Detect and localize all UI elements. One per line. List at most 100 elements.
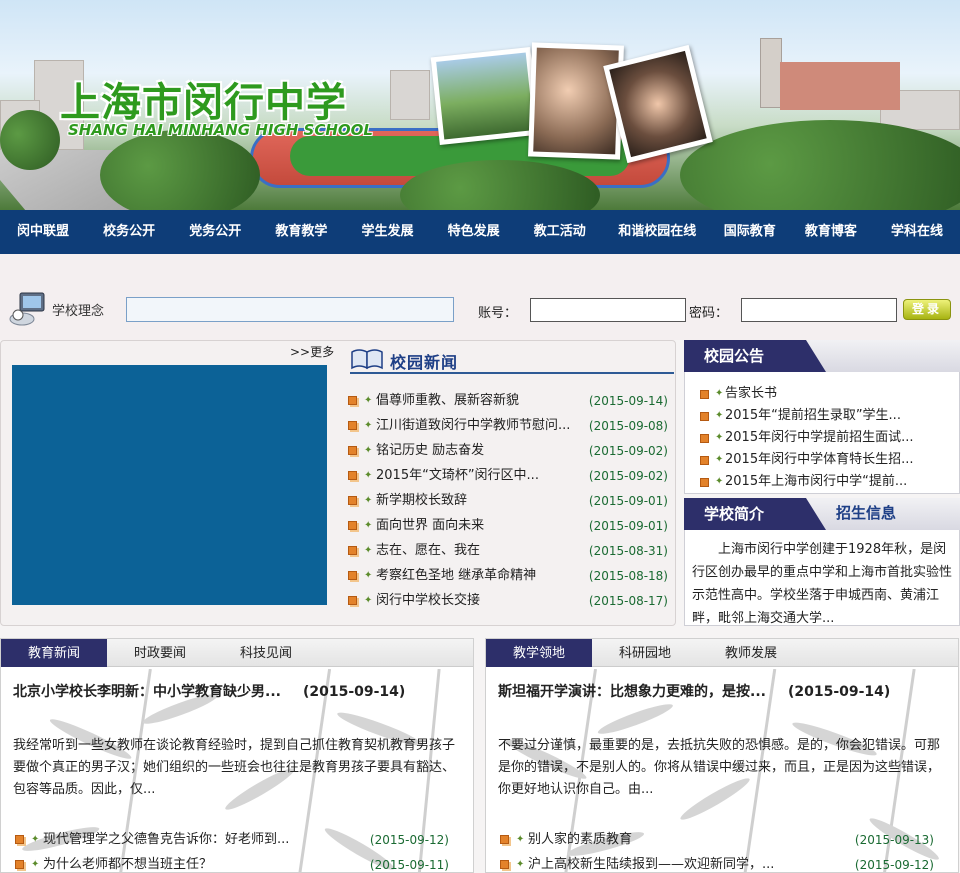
- diamond-icon: ✦: [364, 445, 373, 456]
- news-title[interactable]: 沪上高校新生陆续报到——欢迎新同学，...: [528, 854, 798, 872]
- slideshow-image[interactable]: [12, 365, 327, 605]
- headline-date: (2015-09-14): [787, 684, 891, 700]
- headline-link[interactable]: 斯坦福开学演讲：比想象力更难的，是按... (2015-09-14): [498, 681, 890, 701]
- list-item[interactable]: ✦ 闵行中学校长交接 (2015-08-17): [348, 590, 672, 615]
- headline-summary: 我经常听到一些女教师在谈论教育经验时，提到自己抓住教育契机教育男孩子要做个真正的…: [13, 738, 456, 797]
- bullet-icon: [348, 396, 357, 405]
- list-item[interactable]: ✦ 面向世界 面向未来 (2015-09-01): [348, 515, 672, 540]
- nav-item-teaching[interactable]: 教育教学: [258, 210, 344, 254]
- news-title[interactable]: 新学期校长致辞: [376, 490, 591, 512]
- news-date: (2015-09-12): [369, 833, 449, 847]
- headline-link[interactable]: 北京小学校长李明新：中小学教育缺少男... (2015-09-14): [13, 681, 405, 701]
- bullet-icon: [15, 835, 24, 844]
- news-title[interactable]: 2015年“文琦杯”闵行区中...: [376, 465, 591, 487]
- list-item[interactable]: ✦ 2015年上海市闵行中学“提前...: [700, 471, 950, 493]
- diamond-icon: ✦: [364, 395, 373, 406]
- news-date: (2015-09-02): [588, 469, 668, 483]
- tab-admission-info[interactable]: 招生信息: [836, 502, 896, 523]
- list-item[interactable]: ✦ 为什么老师都不想当班主任？ (2015-09-11): [15, 854, 455, 872]
- list-item[interactable]: ✦ 2015年“文琦杯”闵行区中... (2015-09-02): [348, 465, 672, 490]
- news-title[interactable]: 江川街道致闵行中学教师节慰问...: [376, 415, 591, 437]
- diamond-icon: ✦: [31, 859, 40, 870]
- diamond-icon: ✦: [364, 420, 373, 431]
- site-title: 上海市闵行中学: [60, 79, 347, 126]
- list-item[interactable]: ✦ 江川街道致闵行中学教师节慰问... (2015-09-08): [348, 415, 672, 440]
- notice-title[interactable]: 2015年闵行中学提前招生面试...: [725, 427, 950, 449]
- education-news-panel: 教育新闻 时政要闻 科技见闻 北京小学校长李明新：中小学教育缺少男... (201…: [0, 638, 474, 873]
- news-title[interactable]: 闵行中学校长交接: [376, 590, 591, 612]
- news-title[interactable]: 倡尊师重教、展新容新貌: [376, 390, 591, 412]
- nav-item-harmony[interactable]: 和谐校园在线: [603, 210, 712, 254]
- campus-news-title: 校园新闻: [390, 353, 459, 372]
- bullet-icon: [348, 421, 357, 430]
- list-item[interactable]: ✦ 2015年闵行中学体育特长生招...: [700, 449, 950, 471]
- login-button[interactable]: 登录: [903, 299, 951, 320]
- tab-teaching-domain[interactable]: 教学领地: [486, 639, 592, 667]
- headline-title[interactable]: 北京小学校长李明新：中小学教育缺少男...: [13, 684, 281, 700]
- nav-item-featured[interactable]: 特色发展: [431, 210, 517, 254]
- bullet-icon: [348, 596, 357, 605]
- news-title[interactable]: 现代管理学之父德鲁克告诉你：好老师到...: [43, 829, 313, 851]
- tab-teacher-development[interactable]: 教师发展: [698, 639, 804, 667]
- list-item[interactable]: ✦ 铭记历史 励志奋发 (2015-09-02): [348, 440, 672, 465]
- list-item[interactable]: ✦ 志在、愿在、我在 (2015-08-31): [348, 540, 672, 565]
- diamond-icon: ✦: [715, 388, 724, 399]
- tab-research[interactable]: 科研园地: [592, 639, 698, 667]
- list-item[interactable]: ✦ 2015年闵行中学提前招生面试...: [700, 427, 950, 449]
- news-date: (2015-09-02): [588, 444, 668, 458]
- nav-item-subjects[interactable]: 学科在线: [874, 210, 960, 254]
- notice-title[interactable]: 2015年闵行中学体育特长生招...: [725, 449, 950, 471]
- headline-title[interactable]: 斯坦福开学演讲：比想象力更难的，是按...: [498, 684, 766, 700]
- education-tabs: 教育新闻 时政要闻 科技见闻: [1, 639, 473, 667]
- nav-item-student[interactable]: 学生发展: [344, 210, 430, 254]
- news-title[interactable]: 面向世界 面向未来: [376, 515, 591, 537]
- motto-label: 学校理念: [52, 304, 105, 319]
- tab-current-affairs[interactable]: 时政要闻: [107, 639, 213, 667]
- diamond-icon: ✦: [364, 495, 373, 506]
- nav-item-staff[interactable]: 教工活动: [517, 210, 603, 254]
- diamond-icon: ✦: [364, 545, 373, 556]
- news-title[interactable]: 别人家的素质教育: [528, 829, 798, 851]
- tab-education-news[interactable]: 教育新闻: [1, 639, 107, 667]
- password-label: 密码：: [689, 306, 729, 321]
- notice-title[interactable]: 2015年上海市闵行中学“提前...: [725, 471, 950, 493]
- notice-title[interactable]: 2015年“提前招生录取”学生...: [725, 405, 950, 427]
- list-item[interactable]: ✦ 别人家的素质教育 (2015-09-13): [500, 829, 940, 854]
- bullet-icon: [500, 835, 509, 844]
- tab-school-intro[interactable]: 学校简介: [684, 498, 826, 530]
- diamond-icon: ✦: [364, 570, 373, 581]
- list-item[interactable]: ✦ 告家长书: [700, 383, 950, 405]
- computer-icon: [9, 292, 45, 326]
- motto-marquee: [126, 297, 454, 322]
- bullet-icon: [348, 521, 357, 530]
- news-title[interactable]: 志在、愿在、我在: [376, 540, 591, 562]
- nav-item-international[interactable]: 国际教育: [712, 210, 788, 254]
- nav-item-alliance[interactable]: 闵中联盟: [0, 210, 86, 254]
- list-item[interactable]: ✦ 考察红色圣地 继承革命精神 (2015-08-18): [348, 565, 672, 590]
- diamond-icon: ✦: [715, 410, 724, 421]
- list-item[interactable]: ✦ 倡尊师重教、展新容新貌 (2015-09-14): [348, 390, 672, 415]
- nav-item-school-affairs[interactable]: 校务公开: [86, 210, 172, 254]
- list-item[interactable]: ✦ 现代管理学之父德鲁克告诉你：好老师到... (2015-09-12): [15, 829, 455, 854]
- slideshow-more-link[interactable]: >>更多: [290, 343, 334, 360]
- tab-notices[interactable]: 校园公告: [684, 340, 826, 372]
- news-date: (2015-09-12): [854, 858, 934, 872]
- account-input[interactable]: [530, 298, 686, 322]
- news-date: (2015-08-17): [588, 594, 668, 608]
- news-title[interactable]: 为什么老师都不想当班主任？: [43, 854, 313, 872]
- news-title[interactable]: 铭记历史 励志奋发: [376, 440, 591, 462]
- news-date: (2015-09-01): [588, 494, 668, 508]
- news-date: (2015-09-11): [369, 858, 449, 872]
- diamond-icon: ✦: [715, 432, 724, 443]
- teaching-news-list: ✦ 别人家的素质教育 (2015-09-13) ✦ 沪上高校新生陆续报到——欢迎新同学…: [500, 829, 940, 872]
- nav-item-party-affairs[interactable]: 党务公开: [172, 210, 258, 254]
- tab-science-news[interactable]: 科技见闻: [213, 639, 319, 667]
- password-input[interactable]: [741, 298, 897, 322]
- list-item[interactable]: ✦ 沪上高校新生陆续报到——欢迎新同学，... (2015-09-12): [500, 854, 940, 872]
- nav-item-blog[interactable]: 教育博客: [788, 210, 874, 254]
- list-item[interactable]: ✦ 2015年“提前招生录取”学生...: [700, 405, 950, 427]
- list-item[interactable]: ✦ 新学期校长致辞 (2015-09-01): [348, 490, 672, 515]
- banner-photo: [430, 47, 540, 145]
- notice-title[interactable]: 告家长书: [725, 383, 950, 405]
- news-title[interactable]: 考察红色圣地 继承革命精神: [376, 565, 591, 587]
